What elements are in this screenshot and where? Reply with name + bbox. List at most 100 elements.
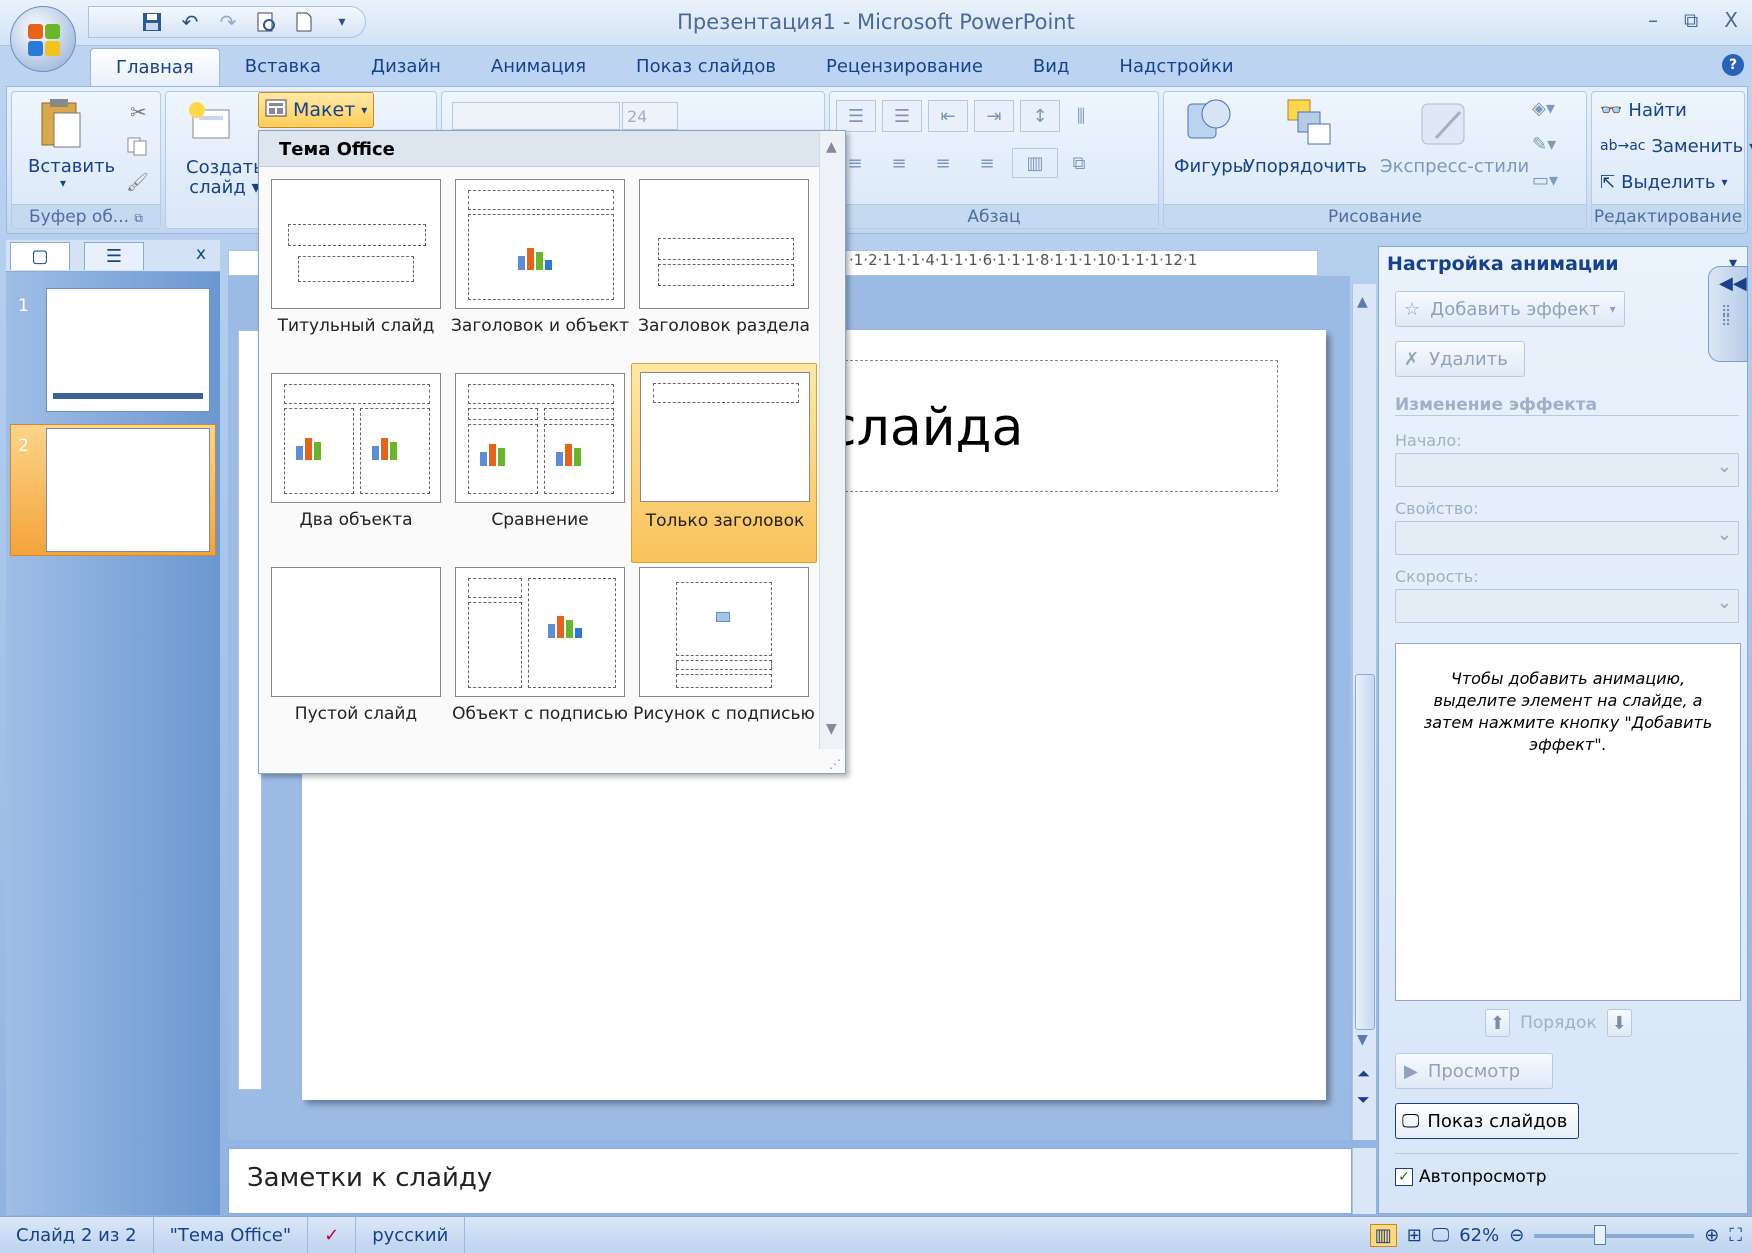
scroll-thumb[interactable]: [1355, 674, 1375, 1030]
new-document-icon[interactable]: [291, 10, 317, 34]
zoom-out-icon[interactable]: ⊖: [1509, 1225, 1524, 1246]
autopreview-checkbox[interactable]: ✓: [1395, 1168, 1413, 1186]
paste-icon[interactable]: [36, 96, 86, 152]
remove-button[interactable]: ✗ Удалить: [1395, 341, 1525, 377]
copy-icon[interactable]: [126, 136, 148, 161]
zoom-slider-thumb[interactable]: [1594, 1224, 1607, 1245]
layout-picture-caption[interactable]: Рисунок с подписью: [631, 561, 815, 757]
increase-indent-icon[interactable]: ⇥: [974, 100, 1014, 132]
select-button[interactable]: ⇱ Выделить ▾: [1600, 168, 1728, 196]
close-button[interactable]: X: [1724, 8, 1738, 32]
new-slide-icon[interactable]: [186, 98, 234, 146]
previous-slide-icon[interactable]: ⏶: [1357, 1064, 1370, 1084]
help-icon[interactable]: ?: [1722, 54, 1744, 76]
minimize-button[interactable]: –: [1648, 8, 1658, 32]
autopreview-option[interactable]: ✓ Автопросмотр: [1395, 1167, 1547, 1187]
tab-animation[interactable]: Анимация: [466, 48, 611, 86]
slideshow-button[interactable]: 🖵 Показ слайдов: [1395, 1103, 1579, 1139]
print-preview-icon[interactable]: [253, 10, 279, 34]
zoom-level[interactable]: 62%: [1459, 1225, 1499, 1246]
undo-icon[interactable]: ↶: [177, 10, 203, 34]
cut-icon[interactable]: ✂: [130, 100, 147, 124]
tab-slideshow[interactable]: Показ слайдов: [611, 48, 801, 86]
layout-section-header[interactable]: Заголовок раздела: [631, 173, 811, 369]
layout-title-slide[interactable]: Титульный слайд: [263, 173, 443, 369]
fit-to-window-icon[interactable]: ⛶: [1729, 1225, 1742, 1246]
tab-addins[interactable]: Надстройки: [1094, 48, 1258, 86]
quick-styles-button[interactable]: Экспресс-стили: [1380, 156, 1529, 177]
new-slide-button[interactable]: Создать слайд ▾: [186, 158, 264, 198]
tab-home[interactable]: Главная: [90, 48, 220, 86]
save-icon[interactable]: [139, 10, 165, 34]
find-button[interactable]: 👓 Найти: [1600, 96, 1687, 124]
paste-dropdown-icon[interactable]: ▾: [60, 176, 66, 190]
shape-effects-icon[interactable]: ▭▾: [1532, 170, 1558, 191]
font-size-field[interactable]: 24: [622, 102, 678, 130]
replace-button[interactable]: ab→acЗаменить▾: [1600, 132, 1752, 160]
shapes-icon[interactable]: [1182, 94, 1238, 150]
format-painter-icon[interactable]: 🖌: [126, 172, 149, 193]
normal-view-icon[interactable]: ▥: [1369, 1224, 1397, 1247]
tab-insert[interactable]: Вставка: [220, 48, 346, 86]
notes-scrollbar[interactable]: [1352, 1148, 1376, 1214]
layout-title-content[interactable]: Заголовок и объект: [447, 173, 629, 369]
add-effect-button[interactable]: ☆ Добавить эффект ▾: [1395, 291, 1625, 327]
start-select[interactable]: [1395, 453, 1739, 487]
align-right-icon[interactable]: ≡: [924, 148, 962, 178]
office-button[interactable]: [10, 6, 76, 72]
slide-thumbnail-2[interactable]: [46, 428, 210, 552]
shape-outline-icon[interactable]: ✎▾: [1532, 134, 1556, 155]
shape-fill-icon[interactable]: ◈▾: [1532, 98, 1555, 119]
notes-field[interactable]: Заметки к слайду: [228, 1148, 1352, 1214]
tab-design[interactable]: Дизайн: [346, 48, 466, 86]
justify-icon[interactable]: ≡: [968, 148, 1006, 178]
redo-icon[interactable]: ↷: [215, 10, 241, 34]
pane-collapse-handle[interactable]: ◀◀ ⠿ ⠿: [1708, 266, 1748, 362]
gallery-scroll-up-icon[interactable]: ▲: [826, 139, 837, 155]
zoom-slider[interactable]: [1534, 1224, 1695, 1245]
bullets-icon[interactable]: ☰: [836, 100, 876, 132]
move-up-icon[interactable]: ⬆: [1485, 1009, 1511, 1037]
tab-review[interactable]: Рецензирование: [801, 48, 1008, 86]
move-down-icon[interactable]: ⬇: [1606, 1009, 1632, 1037]
speed-select[interactable]: [1395, 589, 1739, 623]
zoom-in-icon[interactable]: ⊕: [1704, 1225, 1719, 1246]
quick-styles-icon[interactable]: [1416, 96, 1472, 152]
layout-button[interactable]: Макет ▾: [258, 92, 374, 128]
arrange-button[interactable]: Упорядочить: [1244, 156, 1367, 177]
layout-content-caption[interactable]: Объект с подписью: [447, 561, 628, 757]
slide-title-text[interactable]: слайда: [828, 398, 1023, 458]
line-spacing-icon[interactable]: ↕: [1020, 100, 1060, 132]
gallery-scrollbar[interactable]: ▲ ▼: [819, 131, 845, 749]
slideshow-view-icon[interactable]: 🖵: [1432, 1225, 1449, 1246]
slide-thumbnail-1[interactable]: [46, 288, 210, 412]
animation-list[interactable]: Чтобы добавить анимацию, выделите элемен…: [1395, 643, 1741, 1001]
paste-button[interactable]: Вставить: [28, 156, 115, 177]
preview-button[interactable]: ▶ Просмотр: [1395, 1053, 1553, 1089]
align-center-icon[interactable]: ≡: [880, 148, 918, 178]
gallery-scroll-down-icon[interactable]: ▼: [826, 721, 837, 737]
theme-name[interactable]: "Тема Office": [154, 1216, 309, 1253]
layout-two-content[interactable]: Два объекта: [263, 367, 443, 563]
property-select[interactable]: [1395, 521, 1739, 555]
slide-sorter-icon[interactable]: ⊞: [1407, 1225, 1422, 1246]
next-slide-icon[interactable]: ⏷: [1357, 1090, 1370, 1110]
decrease-indent-icon[interactable]: ⇤: [928, 100, 968, 132]
customize-qat-icon[interactable]: ▾: [329, 10, 355, 34]
layout-title-only[interactable]: Только заголовок: [631, 363, 817, 563]
numbering-icon[interactable]: ☰: [882, 100, 922, 132]
shapes-button[interactable]: Фигуры: [1174, 156, 1247, 177]
close-panel-icon[interactable]: x: [196, 244, 206, 264]
vertical-scrollbar[interactable]: ▲ ▼ ⏶ ⏷: [1352, 284, 1376, 1140]
arrange-icon[interactable]: [1280, 94, 1336, 150]
tab-slides[interactable]: ▢: [10, 242, 70, 270]
tab-view[interactable]: Вид: [1008, 48, 1095, 86]
maximize-button[interactable]: ⧉: [1684, 8, 1698, 32]
layout-comparison[interactable]: Сравнение: [447, 367, 627, 563]
language-indicator[interactable]: русский: [356, 1216, 466, 1253]
layout-blank[interactable]: Пустой слайд: [263, 561, 443, 757]
smartart-icon[interactable]: ⧉: [1064, 148, 1094, 178]
columns-icon[interactable]: ▥: [1012, 148, 1058, 178]
scroll-down-icon[interactable]: ▼: [1357, 1032, 1368, 1048]
spellcheck-icon[interactable]: ✓: [308, 1216, 357, 1253]
